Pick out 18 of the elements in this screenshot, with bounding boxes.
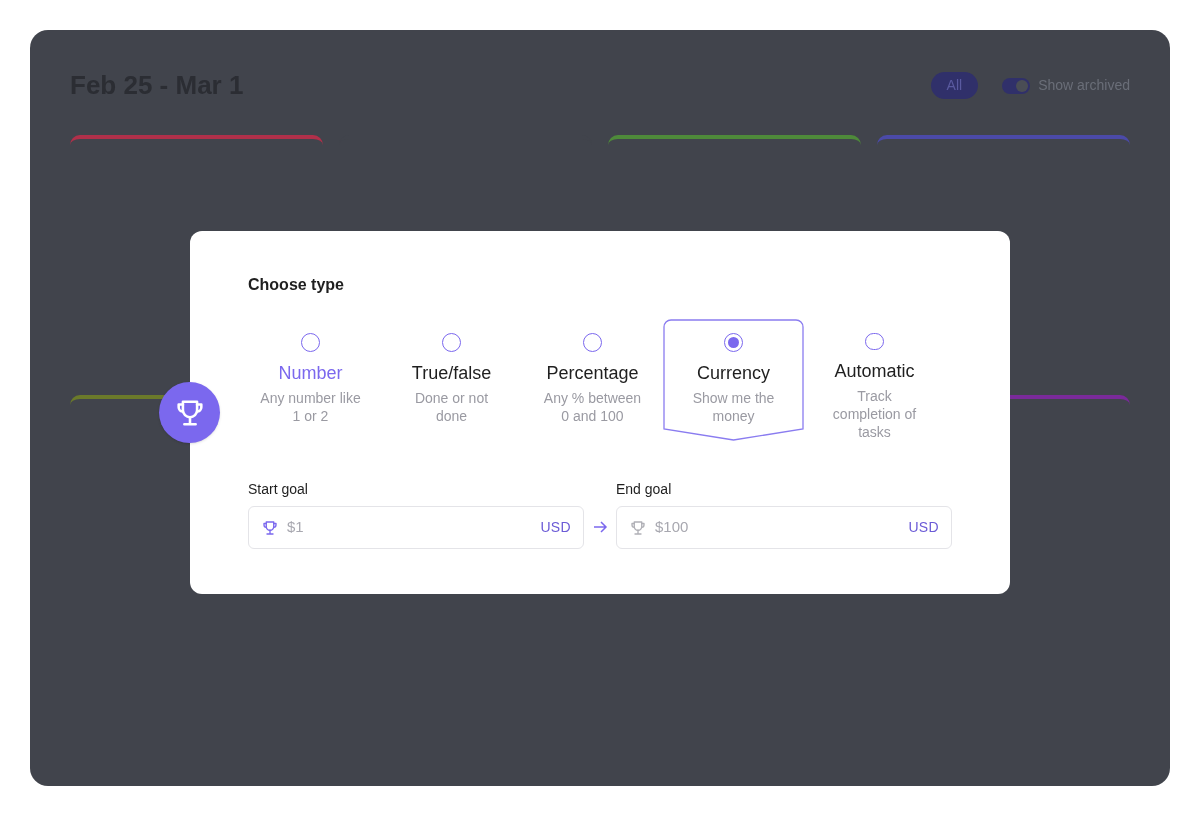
type-option[interactable]: Automatic Track completion of tasks bbox=[804, 319, 945, 441]
field-label: Start goal bbox=[248, 480, 309, 499]
type-option[interactable]: Percentage Any % between 0 and 100 bbox=[522, 319, 663, 441]
currency-unit[interactable]: USD bbox=[908, 517, 939, 538]
trophy-icon bbox=[261, 518, 279, 537]
type-option[interactable]: True/false Done or not done bbox=[381, 319, 522, 441]
goal-input[interactable]: $1 bbox=[287, 516, 533, 539]
arrow-right-icon bbox=[592, 519, 608, 535]
field-label: End goal bbox=[616, 480, 673, 499]
dialog-title: Choose type bbox=[248, 275, 345, 295]
type-option[interactable]: Currency Show me the money bbox=[663, 319, 804, 441]
type-option[interactable]: Number Any number like 1 or 2 bbox=[240, 319, 381, 441]
archive-toggle[interactable] bbox=[1002, 77, 1031, 94]
goal-field[interactable]: $100 USD bbox=[616, 506, 952, 549]
currency-unit[interactable]: USD bbox=[540, 517, 571, 538]
goal-field[interactable]: $1 USD bbox=[248, 506, 584, 549]
goal-input[interactable]: $100 bbox=[655, 516, 901, 539]
trophy-icon bbox=[629, 518, 647, 537]
